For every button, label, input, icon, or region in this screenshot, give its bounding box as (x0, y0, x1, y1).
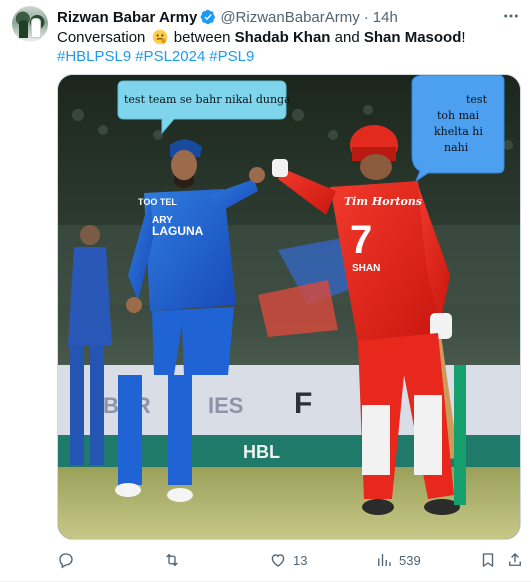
shirt-sponsor-text: LAGUNA (152, 224, 204, 238)
more-button[interactable] (501, 6, 521, 26)
face-emoji-icon (152, 29, 167, 45)
shirt-number-text: 7 (350, 218, 372, 262)
timestamp[interactable]: 14h (373, 9, 398, 26)
player-name-one: Shadab Khan (234, 29, 331, 46)
like-count: 13 (293, 552, 308, 568)
reply-icon (59, 553, 73, 569)
shirt-name-text: SHAN (352, 263, 380, 274)
speech-bubble-right-text: toh mai (437, 109, 480, 122)
ad-board-text: HBL (243, 442, 280, 462)
ad-board-text: IES (208, 393, 243, 418)
more-icon (504, 14, 518, 18)
tweet-text: Conversation between Shadab Khan and Sha… (57, 28, 519, 47)
speech-bubble-right-text: nahi (444, 141, 469, 154)
share-button[interactable] (506, 551, 524, 569)
text-end: ! (461, 29, 466, 46)
tweet[interactable]: Rizwan Babar Army @RizwanBabarArmy · 14h… (0, 0, 531, 582)
text-and: and (334, 29, 360, 46)
ad-board-text: F (294, 387, 312, 420)
verified-badge-icon (200, 9, 216, 25)
text-prefix: Conversation (57, 29, 146, 46)
like-button[interactable]: 13 (269, 551, 307, 569)
hashtag-link[interactable]: #HBLPSL9 (57, 48, 131, 65)
avatar[interactable] (12, 6, 48, 42)
views-icon (378, 554, 391, 566)
views-button[interactable]: 539 (375, 551, 421, 569)
reply-button[interactable] (57, 551, 81, 569)
text-between: between (173, 29, 231, 46)
speech-bubble-right-text: khelta hi (434, 125, 483, 138)
hashtag-link[interactable]: #PSL2024 (135, 48, 205, 65)
handle[interactable]: @RizwanBabarArmy (220, 9, 359, 26)
speech-bubble-left-text: test team se bahr nikal dunga (124, 93, 291, 106)
hashtags: #HBLPSL9 #PSL2024 #PSL9 (57, 47, 258, 66)
share-icon (509, 553, 521, 566)
like-icon (271, 554, 285, 567)
tweet-header: Rizwan Babar Army @RizwanBabarArmy · 14h (57, 8, 398, 26)
hashtag-link[interactable]: #PSL9 (209, 48, 254, 65)
retweet-icon (166, 553, 178, 567)
speech-bubble-right-text: test (466, 93, 488, 106)
player-name-two: Shan Masood (363, 29, 462, 46)
shirt-sponsor-text: TOO TEL (138, 197, 177, 207)
bookmark-icon (482, 553, 494, 568)
shirt-sponsor-text: Tim Hortons (344, 195, 422, 208)
tweet-actions: 13 539 (57, 548, 523, 572)
retweet-button[interactable] (163, 551, 187, 569)
cricket-meme-image: BAR IES HBL F TOO TEL (58, 75, 520, 539)
separator-dot: · (363, 8, 369, 26)
views-count: 539 (399, 552, 421, 568)
bookmark-button[interactable] (479, 551, 497, 569)
avatar-figure (19, 20, 28, 38)
tweet-media-image[interactable]: BAR IES HBL F TOO TEL (57, 74, 521, 540)
avatar-figure (31, 18, 41, 38)
display-name[interactable]: Rizwan Babar Army (57, 9, 197, 26)
